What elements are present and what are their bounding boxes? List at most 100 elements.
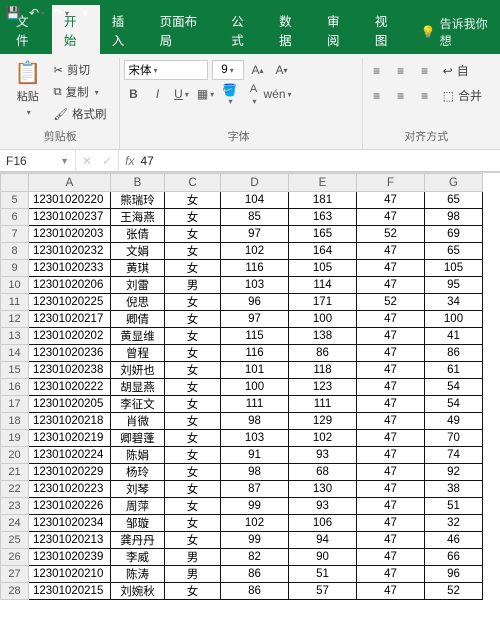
cell[interactable]: 女: [165, 396, 221, 413]
cell[interactable]: 邹璇: [111, 515, 165, 532]
cell[interactable]: 52: [357, 226, 425, 243]
cell[interactable]: 102: [289, 430, 357, 447]
cell[interactable]: 51: [425, 498, 483, 515]
row-header[interactable]: 18: [1, 413, 29, 430]
cell[interactable]: 41: [425, 328, 483, 345]
cell[interactable]: 倪思: [111, 294, 165, 311]
cell[interactable]: 女: [165, 583, 221, 600]
cell[interactable]: 123: [289, 379, 357, 396]
row-header[interactable]: 10: [1, 277, 29, 294]
align-center-icon[interactable]: ≡: [391, 86, 411, 106]
cell[interactable]: 86: [221, 566, 289, 583]
cell[interactable]: 男: [165, 566, 221, 583]
cell[interactable]: 91: [221, 447, 289, 464]
col-header-F[interactable]: F: [357, 174, 425, 192]
cell[interactable]: 96: [221, 294, 289, 311]
cell[interactable]: 65: [425, 243, 483, 260]
name-box[interactable]: F16 ▼: [0, 150, 76, 171]
cell[interactable]: 12301020219: [29, 430, 111, 447]
align-left-icon[interactable]: ≡: [367, 86, 387, 106]
cell[interactable]: 85: [221, 209, 289, 226]
cell[interactable]: 黄琪: [111, 260, 165, 277]
cell[interactable]: 100: [221, 379, 289, 396]
cell[interactable]: 龚丹丹: [111, 532, 165, 549]
wrap-text-button[interactable]: ↩自: [439, 60, 473, 81]
cell[interactable]: 52: [425, 583, 483, 600]
select-all-corner[interactable]: [1, 174, 29, 192]
cell[interactable]: 12301020224: [29, 447, 111, 464]
format-painter-button[interactable]: 🖌格式刷: [49, 104, 110, 124]
cell[interactable]: 陈涛: [111, 566, 165, 583]
font-name-select[interactable]: 宋体: [124, 60, 208, 80]
cell[interactable]: 女: [165, 379, 221, 396]
cell[interactable]: 47: [357, 583, 425, 600]
cell[interactable]: 47: [357, 566, 425, 583]
cell[interactable]: 111: [221, 396, 289, 413]
row-header[interactable]: 20: [1, 447, 29, 464]
fx-icon[interactable]: fx: [119, 150, 140, 171]
italic-button[interactable]: I: [148, 84, 168, 104]
col-header-C[interactable]: C: [165, 174, 221, 192]
cell[interactable]: 32: [425, 515, 483, 532]
row-header[interactable]: 27: [1, 566, 29, 583]
cell[interactable]: 95: [425, 277, 483, 294]
cell[interactable]: 47: [357, 396, 425, 413]
decrease-font-icon[interactable]: A▾: [272, 60, 292, 80]
cell[interactable]: 女: [165, 209, 221, 226]
cell[interactable]: 87: [221, 481, 289, 498]
tab-view[interactable]: 视图: [363, 5, 411, 54]
cell[interactable]: 103: [221, 430, 289, 447]
row-header[interactable]: 13: [1, 328, 29, 345]
cell[interactable]: 47: [357, 243, 425, 260]
cell[interactable]: 12301020223: [29, 481, 111, 498]
cell[interactable]: 陈娟: [111, 447, 165, 464]
cell[interactable]: 171: [289, 294, 357, 311]
cell[interactable]: 47: [357, 549, 425, 566]
col-header-G[interactable]: G: [425, 174, 483, 192]
bold-button[interactable]: B: [124, 84, 144, 104]
col-header-A[interactable]: A: [29, 174, 111, 192]
cell[interactable]: 98: [425, 209, 483, 226]
row-header[interactable]: 15: [1, 362, 29, 379]
cell[interactable]: 文娟: [111, 243, 165, 260]
cell[interactable]: 12301020205: [29, 396, 111, 413]
tab-layout[interactable]: 页面布局: [148, 5, 220, 54]
cell[interactable]: 47: [357, 277, 425, 294]
copy-button[interactable]: ⧉复制: [49, 82, 110, 102]
cell[interactable]: 99: [221, 532, 289, 549]
cell[interactable]: 12301020225: [29, 294, 111, 311]
row-header[interactable]: 14: [1, 345, 29, 362]
cell[interactable]: 男: [165, 277, 221, 294]
cell[interactable]: 12301020217: [29, 311, 111, 328]
row-header[interactable]: 24: [1, 515, 29, 532]
cell[interactable]: 99: [221, 498, 289, 515]
cell[interactable]: 12301020206: [29, 277, 111, 294]
cell[interactable]: 86: [289, 345, 357, 362]
cell[interactable]: 100: [425, 311, 483, 328]
cell[interactable]: 86: [221, 583, 289, 600]
cell[interactable]: 47: [357, 447, 425, 464]
cell[interactable]: 刘琴: [111, 481, 165, 498]
cell[interactable]: 12301020215: [29, 583, 111, 600]
name-box-dropdown-icon[interactable]: ▼: [60, 156, 69, 166]
cell[interactable]: 61: [425, 362, 483, 379]
cell[interactable]: 12301020238: [29, 362, 111, 379]
cell[interactable]: 90: [289, 549, 357, 566]
cell[interactable]: 70: [425, 430, 483, 447]
row-header[interactable]: 25: [1, 532, 29, 549]
cell[interactable]: 163: [289, 209, 357, 226]
cell[interactable]: 女: [165, 311, 221, 328]
cell[interactable]: 女: [165, 328, 221, 345]
cell[interactable]: 曾程: [111, 345, 165, 362]
cell[interactable]: 101: [221, 362, 289, 379]
cell[interactable]: 38: [425, 481, 483, 498]
cell[interactable]: 47: [357, 430, 425, 447]
cell[interactable]: 李征文: [111, 396, 165, 413]
cell[interactable]: 女: [165, 532, 221, 549]
cell[interactable]: 杨玲: [111, 464, 165, 481]
cell[interactable]: 47: [357, 192, 425, 209]
cell[interactable]: 102: [221, 515, 289, 532]
cell[interactable]: 93: [289, 447, 357, 464]
tell-me[interactable]: 💡 告诉我你想: [411, 9, 500, 54]
cell[interactable]: 54: [425, 379, 483, 396]
